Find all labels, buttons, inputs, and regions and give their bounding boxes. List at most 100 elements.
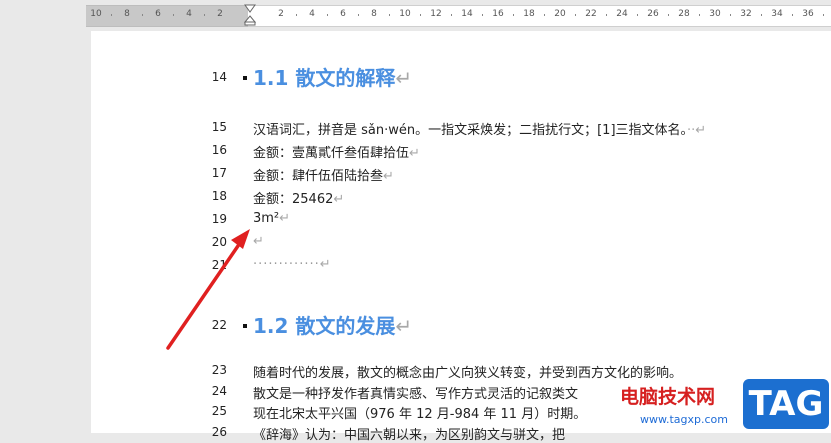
paragraph-mark-icon: ↵: [395, 314, 413, 338]
ruler-label: 6: [340, 9, 346, 19]
line-number: 24: [211, 384, 227, 398]
ruler-label: 20: [554, 9, 566, 19]
paragraph-mark-icon: ↵: [395, 66, 413, 90]
line-number: 20: [211, 235, 227, 249]
text-line[interactable]: 金额：壹萬貳仟叁佰肆拾伍↵: [253, 142, 420, 161]
ruler-label: 36: [802, 9, 814, 19]
ruler-label: 10: [399, 9, 411, 19]
line-text: 现在北宋太平兴国（976 年 12 月-984 年 11 月）时期。: [253, 407, 587, 422]
ruler-label: 6: [155, 9, 161, 19]
text-line[interactable]: 《辞海》认为：中国六朝以来，为区别韵文与骈文，把: [253, 424, 565, 443]
line-number: 25: [211, 404, 227, 418]
ruler-tick: [482, 14, 483, 16]
line-number: 18: [211, 189, 227, 203]
line-text: 金额：25462: [253, 192, 334, 207]
ruler-tick: [730, 14, 731, 16]
ruler-tick: [173, 14, 174, 16]
ruler-tick: [823, 14, 824, 16]
text-line[interactable]: 汉语词汇，拼音是 sǎn·wén。一指文采焕发；二指扰行文；[1]三指文体名。·…: [253, 119, 706, 138]
ruler-left-margin: [86, 5, 248, 27]
ruler-tick: [761, 14, 762, 16]
line-number: 21: [211, 258, 227, 272]
ruler-label: 8: [124, 9, 130, 19]
paragraph-mark-icon: ↵: [319, 257, 331, 272]
line-text: 金额：肆仟伍佰陆拾叁: [253, 169, 384, 184]
ruler-label: 4: [309, 9, 315, 19]
paragraph-mark-icon: ↵: [383, 169, 394, 184]
ruler-tick: [575, 14, 576, 16]
paragraph-mark-icon: ↵: [409, 146, 420, 161]
ruler-tick: [668, 14, 669, 16]
ruler-tick: [389, 14, 390, 16]
indent-marker-icon[interactable]: [244, 4, 256, 26]
watermark-url: www.tagxp.com: [640, 413, 728, 426]
ruler-tick: [792, 14, 793, 16]
line-text: 《辞海》认为：中国六朝以来，为区别韵文与骈文，把: [253, 428, 566, 443]
text-line[interactable]: 现在北宋太平兴国（976 年 12 月-984 年 11 月）时期。: [253, 403, 586, 422]
heading-bullet: [243, 324, 247, 328]
text-line[interactable]: 随着时代的发展，散文的概念由广义向狭义转变，并受到西方文化的影响。: [253, 362, 682, 381]
ruler-label: 34: [771, 9, 783, 19]
ruler-tick: [111, 14, 112, 16]
line-text: 1.1 散文的解释: [253, 66, 396, 90]
line-number: 14: [211, 70, 227, 84]
ruler-label: 2: [278, 9, 284, 19]
paragraph-mark-icon: ↵: [279, 211, 291, 226]
ruler-tick: [420, 14, 421, 16]
line-number: 16: [211, 143, 227, 157]
ruler-tick: [358, 14, 359, 16]
paragraph-mark-icon: ↵: [253, 234, 264, 249]
line-number: 23: [211, 363, 227, 377]
text-line[interactable]: 金额：肆仟伍佰陆拾叁↵: [253, 165, 394, 184]
ruler-label: 4: [186, 9, 192, 19]
ruler-tick: [544, 14, 545, 16]
watermark-tag-logo: TAG: [743, 379, 829, 429]
text-line[interactable]: 3m²↵: [253, 211, 290, 226]
ruler-label: 32: [740, 9, 752, 19]
ruler-tick: [699, 14, 700, 16]
ruler-tick: [451, 14, 452, 16]
ruler-tick: [606, 14, 607, 16]
line-text: 随着时代的发展，散文的概念由广义向狭义转变，并受到西方文化的影响。: [253, 366, 683, 381]
ruler-label: 22: [585, 9, 597, 19]
ruler-label: 16: [492, 9, 504, 19]
paragraph-mark-icon: ↵: [333, 192, 345, 207]
ruler-tick: [637, 14, 638, 16]
ruler-tick: [204, 14, 205, 16]
ruler-tick: [327, 14, 328, 16]
text-line[interactable]: 散文是一种抒发作者真情实感、写作方式灵活的记叙类文: [253, 383, 578, 402]
ruler-label: 12: [430, 9, 442, 19]
ruler-label: 14: [461, 9, 473, 19]
ruler-label: 18: [523, 9, 535, 19]
text-line[interactable]: 金额：25462↵: [253, 188, 344, 207]
line-number: 19: [211, 212, 227, 226]
line-number: 15: [211, 120, 227, 134]
line-number: 22: [211, 318, 227, 332]
line-text: 散文是一种抒发作者真情实感、写作方式灵活的记叙类文: [253, 387, 579, 402]
ruler-label: 30: [709, 9, 721, 19]
line-text: 汉语词汇，拼音是 sǎn·wén。一指文采焕发；二指扰行文；[1]三指文体名。: [253, 123, 688, 138]
line-number: 17: [211, 166, 227, 180]
ruler-label: 10: [90, 9, 102, 19]
ruler-label: 28: [678, 9, 690, 19]
ruler-tick: [142, 14, 143, 16]
line-text: 1.2 散文的发展: [253, 314, 396, 338]
line-number: 26: [211, 425, 227, 439]
ruler-label: 2: [217, 9, 223, 19]
ruler-label: 26: [647, 9, 659, 19]
heading-bullet: [243, 76, 247, 80]
ruler-label: 24: [616, 9, 628, 19]
line-text: ·············: [253, 257, 320, 272]
ruler-label: 8: [371, 9, 377, 19]
line-text: 3m²: [253, 211, 280, 226]
watermark-site-name: 电脑技术网: [620, 386, 716, 408]
horizontal-ruler[interactable]: 10 8 6 4 2 2 4 6 8 10 12 14 16 18 20 22 24 26 28 30 32 34 36: [0, 0, 831, 30]
ruler-tick: [296, 14, 297, 16]
line-text: 金额：壹萬貳仟叁佰肆拾伍: [253, 146, 410, 161]
ruler-tick: [513, 14, 514, 16]
text-line[interactable]: ↵: [253, 234, 264, 249]
paragraph-mark-icon: ··↵: [687, 123, 707, 138]
section-heading[interactable]: 1.2 散文的发展↵: [253, 310, 412, 339]
text-line[interactable]: ·············↵: [253, 257, 331, 272]
section-heading[interactable]: 1.1 散文的解释↵: [253, 62, 412, 91]
